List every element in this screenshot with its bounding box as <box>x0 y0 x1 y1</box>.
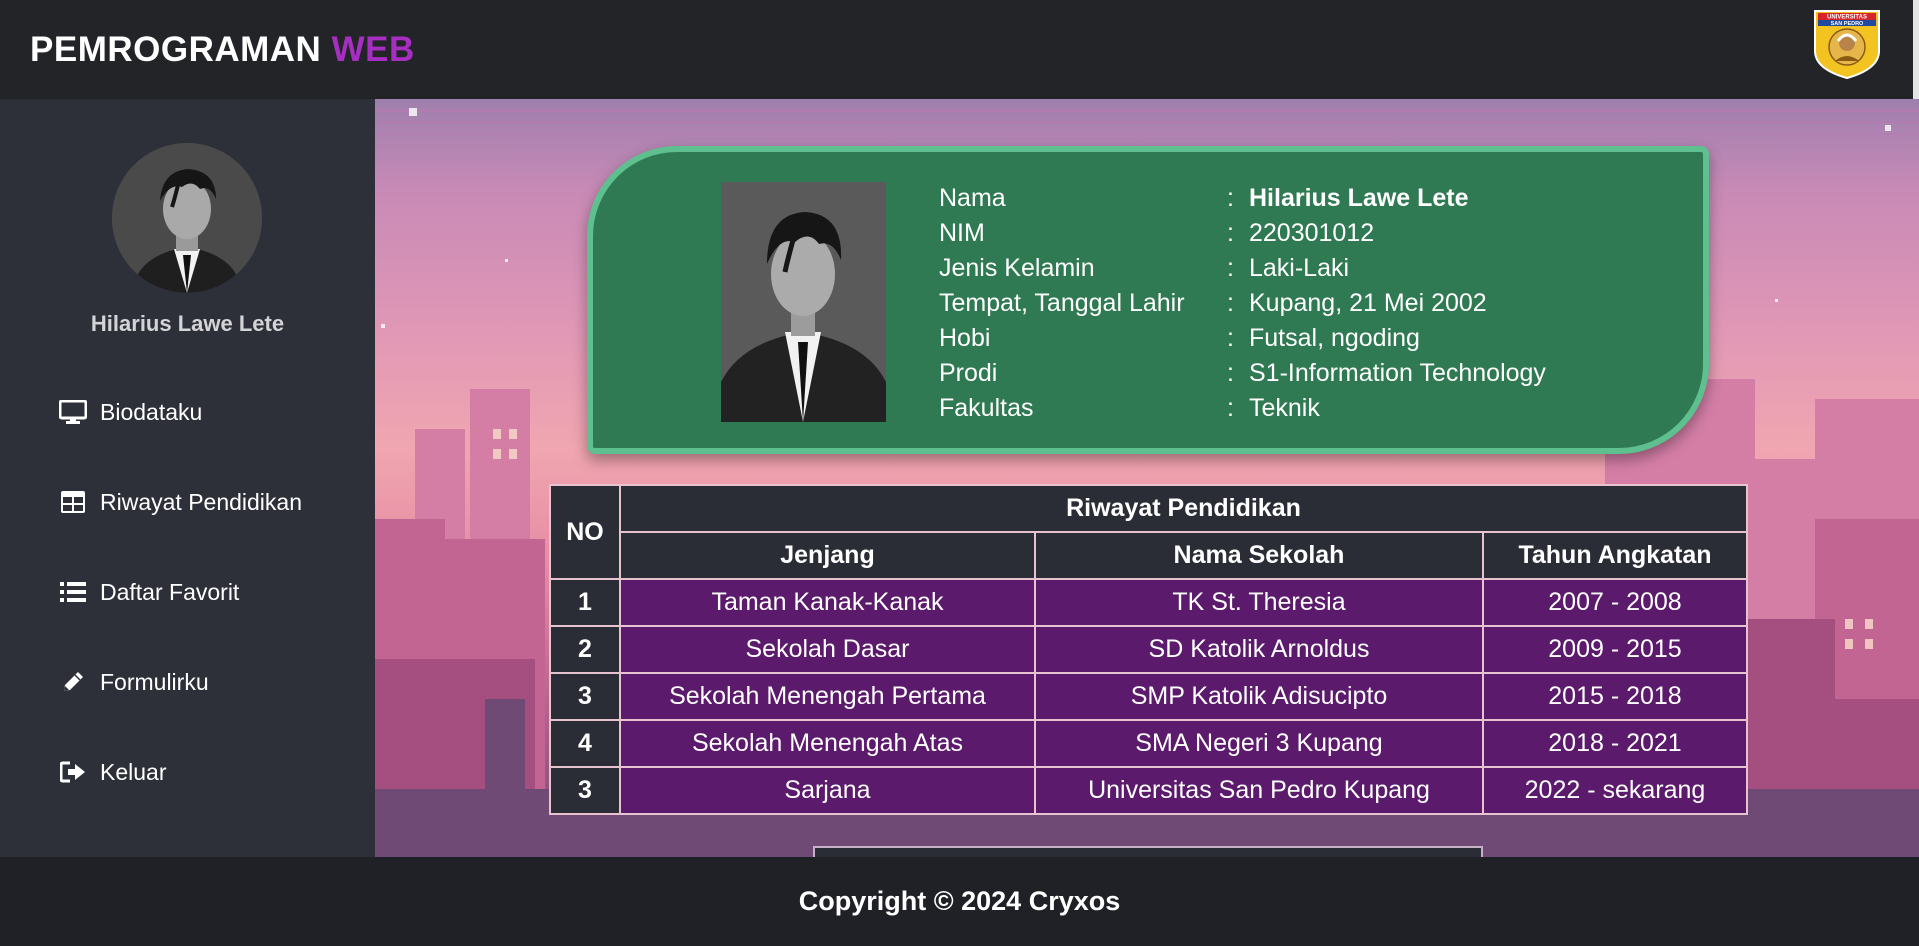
bio-separator: : <box>1227 324 1234 352</box>
education-table: NO Riwayat Pendidikan Jenjang Nama Sekol… <box>549 484 1748 815</box>
cell-nama-sekolah: SMA Negeri 3 Kupang <box>1034 719 1484 768</box>
cell-no: 1 <box>549 578 621 627</box>
sign-out-icon <box>58 758 88 786</box>
profile-photo <box>721 182 886 422</box>
cell-no: 3 <box>549 672 621 721</box>
bio-value: S1-Information Technology <box>1249 359 1546 387</box>
cell-nama-sekolah: SMP Katolik Adisucipto <box>1034 672 1484 721</box>
nav-item-label: Biodataku <box>100 398 203 425</box>
table-row: 2 Sekolah Dasar SD Katolik Arnoldus 2009… <box>549 625 1748 674</box>
table-row: 3 Sarjana Universitas San Pedro Kupang 2… <box>549 766 1748 815</box>
bio-row-nim: NIM : 220301012 <box>939 216 1546 251</box>
nav-item-daftar-favorit[interactable]: Daftar Favorit <box>58 572 239 612</box>
bio-separator: : <box>1227 254 1234 282</box>
bio-value: Kupang, 21 Mei 2002 <box>1249 289 1487 317</box>
cell-nama-sekolah: Universitas San Pedro Kupang <box>1034 766 1484 815</box>
profile-avatar <box>112 143 262 293</box>
bio-separator: : <box>1227 219 1234 247</box>
pencil-icon <box>58 668 88 696</box>
bio-label: Fakultas <box>939 394 1034 422</box>
bio-label: Hobi <box>939 324 991 352</box>
cell-tahun: 2009 - 2015 <box>1482 625 1748 674</box>
table-row: 4 Sekolah Menengah Atas SMA Negeri 3 Kup… <box>549 719 1748 768</box>
cell-nama-sekolah: TK St. Theresia <box>1034 578 1484 627</box>
table-title: Riwayat Pendidikan <box>619 484 1748 533</box>
bio-separator: : <box>1227 394 1234 422</box>
bio-separator: : <box>1227 184 1234 212</box>
cell-tahun: 2007 - 2008 <box>1482 578 1748 627</box>
bio-label: NIM <box>939 219 985 247</box>
cell-tahun: 2022 - sekarang <box>1482 766 1748 815</box>
cell-jenjang: Sekolah Menengah Atas <box>619 719 1036 768</box>
nav-item-label: Formulirku <box>100 668 209 695</box>
bio-label: Jenis Kelamin <box>939 254 1095 282</box>
sidebar: Hilarius Lawe Lete Biodataku Riwayat Pen… <box>0 99 375 857</box>
bio-separator: : <box>1227 289 1234 317</box>
brand-primary: PEMROGRAMAN <box>30 30 322 69</box>
header-jenjang: Jenjang <box>619 531 1036 580</box>
bio-value: 220301012 <box>1249 219 1375 247</box>
nav-item-biodataku[interactable]: Biodataku <box>58 392 202 432</box>
bio-row-nama: Nama : Hilarius Lawe Lete <box>939 181 1546 216</box>
page-scrollbar[interactable] <box>1913 0 1919 99</box>
university-logo: UNIVERSITAS SAN PEDRO <box>1814 10 1880 80</box>
bio-label: Prodi <box>939 359 998 387</box>
nav-item-formulirku[interactable]: Formulirku <box>58 662 209 702</box>
bio-row-hobi: Hobi : Futsal, ngoding <box>939 321 1546 356</box>
brand-accent: WEB <box>331 30 415 69</box>
footer: Copyright © 2024 Cryxos <box>0 857 1919 946</box>
cell-no: 4 <box>549 719 621 768</box>
bio-value: Futsal, ngoding <box>1249 324 1420 352</box>
nav-item-label: Keluar <box>100 758 167 785</box>
header-tahun-angkatan: Tahun Angkatan <box>1482 531 1748 580</box>
cell-jenjang: Taman Kanak-Kanak <box>619 578 1036 627</box>
list-icon <box>58 578 88 606</box>
cell-nama-sekolah: SD Katolik Arnoldus <box>1034 625 1484 674</box>
header-nama-sekolah: Nama Sekolah <box>1034 531 1484 580</box>
cell-jenjang: Sekolah Dasar <box>619 625 1036 674</box>
next-section-peek <box>813 846 1483 857</box>
biodata-card: Nama : Hilarius Lawe Lete NIM : 22030101… <box>587 146 1709 454</box>
table-icon <box>58 488 88 516</box>
biodata-list: Nama : Hilarius Lawe Lete NIM : 22030101… <box>939 181 1546 426</box>
copyright-text: Copyright © 2024 Cryxos <box>798 886 1121 916</box>
bio-row-ttl: Tempat, Tanggal Lahir : Kupang, 21 Mei 2… <box>939 286 1546 321</box>
bio-value: Laki-Laki <box>1249 254 1350 282</box>
cell-tahun: 2015 - 2018 <box>1482 672 1748 721</box>
cell-jenjang: Sekolah Menengah Pertama <box>619 672 1036 721</box>
monitor-icon <box>58 398 88 426</box>
bio-separator: : <box>1227 359 1234 387</box>
cell-jenjang: Sarjana <box>619 766 1036 815</box>
bio-label: Tempat, Tanggal Lahir <box>939 289 1185 317</box>
cell-tahun: 2018 - 2021 <box>1482 719 1748 768</box>
cell-no: 2 <box>549 625 621 674</box>
bio-row-fakultas: Fakultas : Teknik <box>939 391 1546 426</box>
nav-item-riwayat-pendidikan[interactable]: Riwayat Pendidikan <box>58 482 302 522</box>
table-row: 1 Taman Kanak-Kanak TK St. Theresia 2007… <box>549 578 1748 627</box>
header-no: NO <box>549 484 621 580</box>
nav-item-label: Riwayat Pendidikan <box>100 488 303 515</box>
brand-title[interactable]: PEMROGRAMAN WEB <box>30 30 415 70</box>
logo-text-bottom: SAN PEDRO <box>1831 21 1864 27</box>
cell-no: 3 <box>549 766 621 815</box>
profile-name: Hilarius Lawe Lete <box>90 311 285 336</box>
table-row: 3 Sekolah Menengah Pertama SMP Katolik A… <box>549 672 1748 721</box>
bio-row-prodi: Prodi : S1-Information Technology <box>939 356 1546 391</box>
bio-value: Teknik <box>1249 394 1320 422</box>
top-navbar: PEMROGRAMAN WEB UNIVERSITAS SAN PEDRO <box>0 0 1919 99</box>
bio-value: Hilarius Lawe Lete <box>1249 184 1469 212</box>
bio-label: Nama <box>939 184 1006 212</box>
nav-item-keluar[interactable]: Keluar <box>58 752 166 792</box>
logo-text-top: UNIVERSITAS <box>1827 15 1867 21</box>
bio-row-jenis-kelamin: Jenis Kelamin : Laki-Laki <box>939 251 1546 286</box>
nav-item-label: Daftar Favorit <box>100 578 240 605</box>
main-content: Nama : Hilarius Lawe Lete NIM : 22030101… <box>375 99 1919 857</box>
